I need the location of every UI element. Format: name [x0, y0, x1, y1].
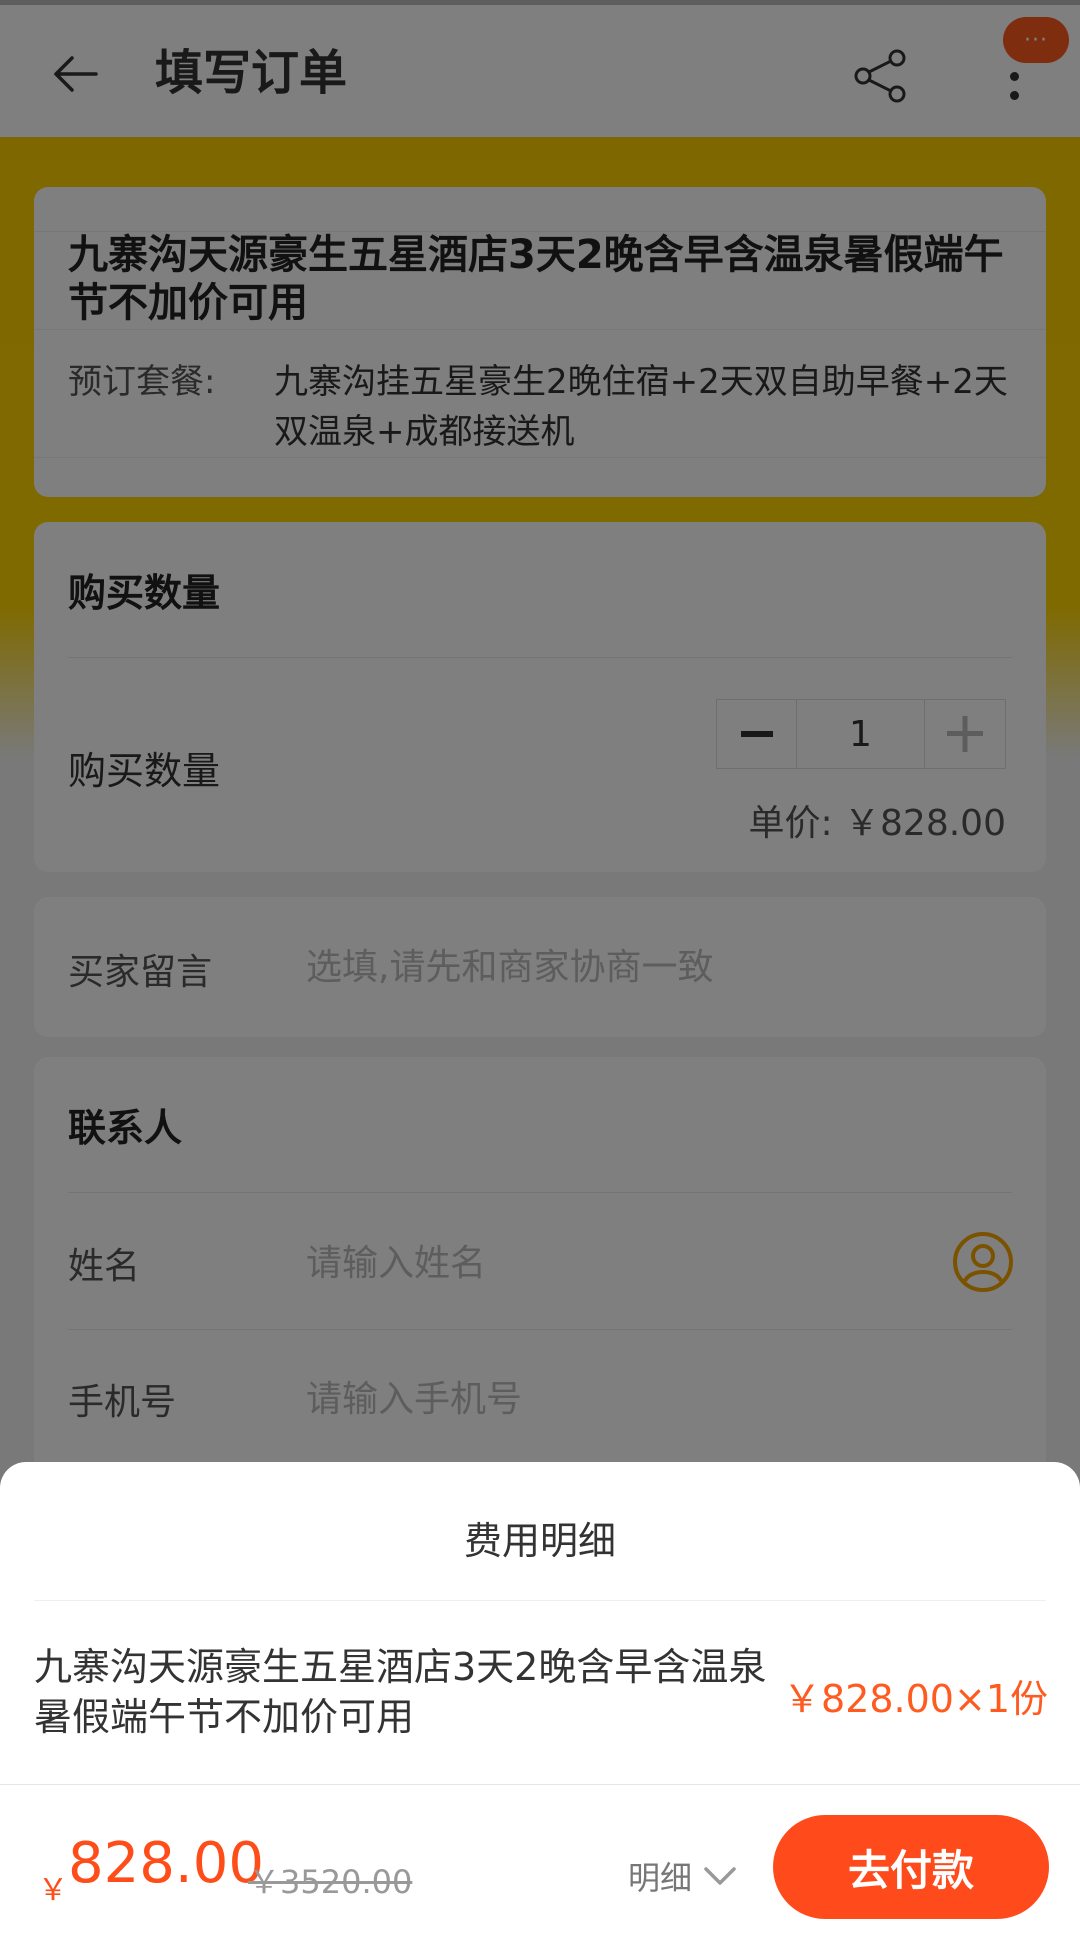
- pay-button[interactable]: 去付款: [773, 1815, 1049, 1919]
- detail-toggle[interactable]: 明细: [628, 1853, 736, 1899]
- fee-sheet-title: 费用明细: [463, 1519, 616, 1563]
- original-price: ￥3520.00: [248, 1863, 413, 1901]
- chevron-down-icon: [704, 1867, 736, 1885]
- total-price: 828.00: [68, 1831, 264, 1896]
- fee-item-name: 九寨沟天源豪生五星酒店3天2晚含早含温泉暑假端午节不加价可用: [34, 1645, 767, 1739]
- currency-symbol: ￥: [38, 1873, 68, 1908]
- checkout-bar: ￥ 828.00 ￥3520.00 明细 去付款: [0, 1784, 1080, 1946]
- fee-item-price: ￥828.00×1份: [783, 1677, 1048, 1721]
- divider: [34, 1600, 1046, 1601]
- detail-label: 明细: [628, 1859, 693, 1897]
